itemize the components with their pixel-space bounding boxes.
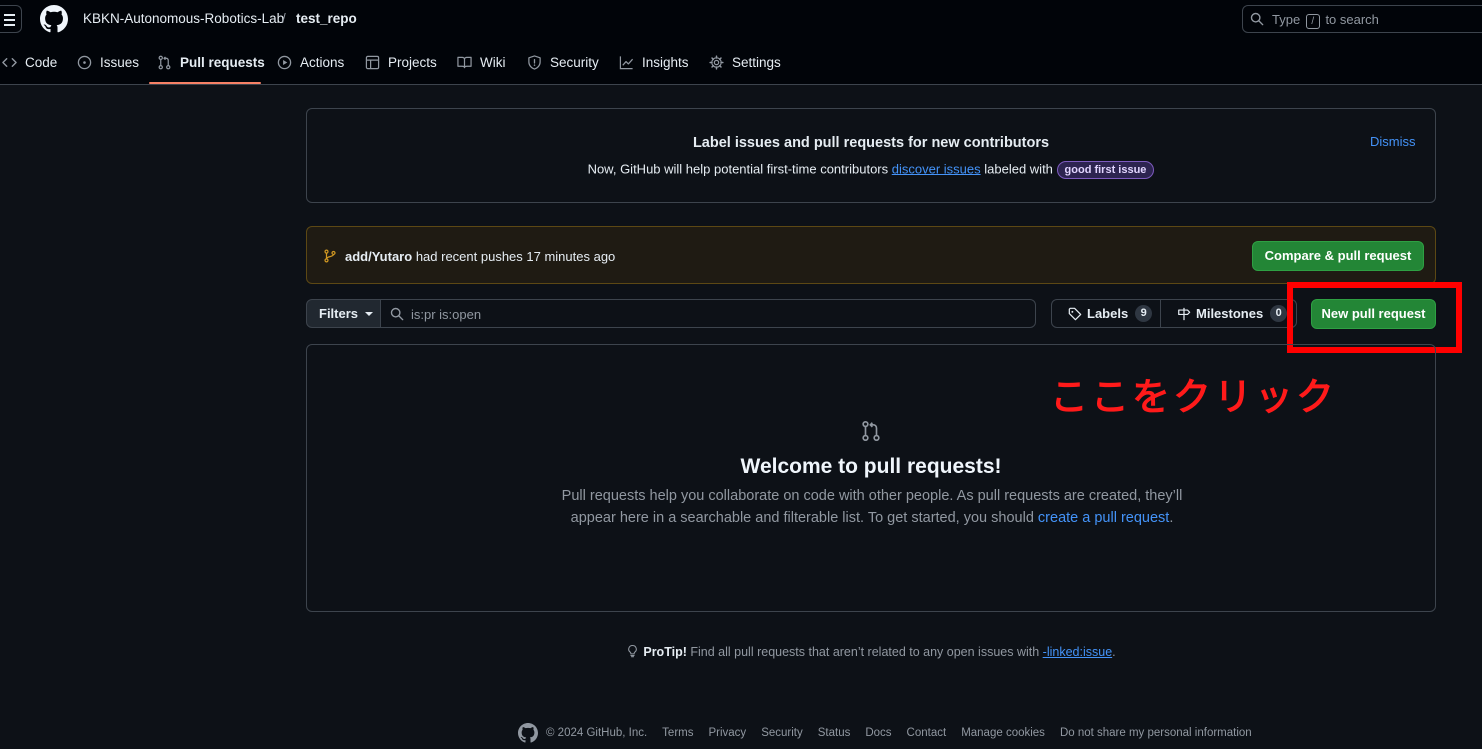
footer-link-manage-cookies[interactable]: Manage cookies [961,727,1045,739]
tab-wiki-label: Wiki [480,55,506,70]
labels-count: 9 [1135,305,1153,322]
banner-title: Label issues and pull requests for new c… [692,135,1050,151]
hamburger-menu-button[interactable] [0,5,22,33]
linked-issue-link[interactable]: -linked:issue [1043,645,1112,659]
search-icon [1250,12,1264,26]
search-icon [390,307,404,321]
play-icon [277,55,292,70]
protip-end: . [1112,645,1116,659]
tab-insights-label: Insights [642,55,689,70]
table-icon [365,55,380,70]
branch-name[interactable]: add/Yutaro [345,249,412,264]
github-logo-icon[interactable] [40,5,68,33]
recent-push-text: add/Yutaro had recent pushes 17 minutes … [345,249,615,264]
tab-settings[interactable]: Settings [709,40,781,85]
milestones-label: Milestones [1196,306,1264,321]
banner-text-after: labeled with [984,161,1053,177]
protip-title: ProTip! [643,645,687,659]
global-search-input[interactable]: Type / to search [1242,5,1482,33]
tab-insights[interactable]: Insights [619,40,689,85]
recent-push-notice: add/Yutaro had recent pushes 17 minutes … [306,226,1436,284]
search-prefix: Type [1272,12,1301,27]
active-tab-indicator [149,82,261,84]
filters-label: Filters [319,306,359,321]
search-suffix: to search [1325,12,1379,27]
pr-search-query: is:pr is:open [411,307,482,322]
search-shortcut-key: / [1305,14,1320,29]
new-contributors-banner: Label issues and pull requests for new c… [306,108,1436,203]
tab-settings-label: Settings [732,55,781,70]
banner-text-before: Now, GitHub will help potential first-ti… [587,161,889,177]
pr-search-input[interactable]: is:pr is:open [380,299,1036,328]
top-bar: KBKN-Autonomous-Robotics-Lab / test_repo… [0,0,1482,40]
footer: © 2024 GitHub, Inc. Terms Privacy Securi… [518,723,1252,743]
blank-slate-title: Welcome to pull requests! [740,455,1002,478]
light-bulb-icon [628,644,638,658]
tag-icon [1068,307,1082,320]
protip-text: Find all pull requests that aren’t relat… [690,645,1040,659]
breadcrumb-repo[interactable]: test_repo [296,11,357,26]
caret-down-icon [365,311,374,316]
issue-opened-icon [77,55,92,70]
push-status-text: had recent pushes 17 minutes ago [415,249,616,264]
graph-icon [619,56,634,70]
tab-actions-label: Actions [300,55,345,70]
footer-link-contact[interactable]: Contact [907,727,947,739]
filters-dropdown-button[interactable]: Filters [306,299,381,328]
labels-label: Labels [1087,306,1129,321]
tab-pull-requests-label: Pull requests [180,55,265,70]
footer-link-terms[interactable]: Terms [662,727,693,739]
git-branch-icon [324,249,336,263]
discover-issues-link[interactable]: discover issues [892,161,981,176]
footer-copyright: © 2024 GitHub, Inc. [546,727,648,739]
footer-link-do-not-share[interactable]: Do not share my personal information [1060,727,1252,739]
code-icon [2,58,17,67]
milestones-count: 0 [1270,305,1288,322]
breadcrumb-owner[interactable]: KBKN-Autonomous-Robotics-Lab [83,11,284,26]
tab-issues-label: Issues [100,55,140,70]
blank-slate-text: Pull requests help you collaborate on co… [547,485,1197,529]
git-pull-request-icon [862,420,880,442]
breadcrumb-separator: / [282,11,286,26]
tab-security-label: Security [550,55,599,70]
tab-pull-requests[interactable]: Pull requests [157,40,265,85]
tab-projects-label: Projects [388,55,437,70]
footer-link-security[interactable]: Security [761,727,803,739]
labels-button[interactable]: Labels 9 [1051,299,1161,328]
protip: ProTip! Find all pull requests that aren… [0,644,1482,659]
milestone-icon [1178,307,1191,320]
tab-code-label: Code [25,55,58,70]
good-first-issue-label[interactable]: good first issue [1056,161,1155,179]
tab-issues[interactable]: Issues [77,40,139,85]
tab-actions[interactable]: Actions [277,40,344,85]
footer-link-status[interactable]: Status [818,727,851,739]
compare-pull-request-button[interactable]: Compare & pull request [1252,241,1424,271]
footer-link-privacy[interactable]: Privacy [708,727,746,739]
repo-tab-nav: Code Issues Pull requests Actions Projec… [0,40,1482,85]
book-icon [457,56,472,69]
blank-slate-end: . [1169,510,1174,526]
banner-text: Now, GitHub will help potential first-ti… [307,161,1435,179]
tab-security[interactable]: Security [527,40,599,85]
tab-code[interactable]: Code [2,40,57,85]
footer-link-docs[interactable]: Docs [865,727,891,739]
tab-projects[interactable]: Projects [365,40,437,85]
pull-requests-blank-slate: Welcome to pull requests! Pull requests … [306,344,1436,612]
git-pull-request-icon [158,55,171,70]
milestones-button[interactable]: Milestones 0 [1160,299,1297,328]
tab-wiki[interactable]: Wiki [457,40,506,85]
dismiss-button[interactable]: Dismiss [1370,134,1416,149]
annotation-highlight-box [1287,282,1462,353]
github-mark-icon[interactable] [518,723,538,743]
create-pull-request-link[interactable]: create a pull request [1038,510,1169,526]
gear-icon [709,55,724,70]
shield-icon [528,55,541,70]
